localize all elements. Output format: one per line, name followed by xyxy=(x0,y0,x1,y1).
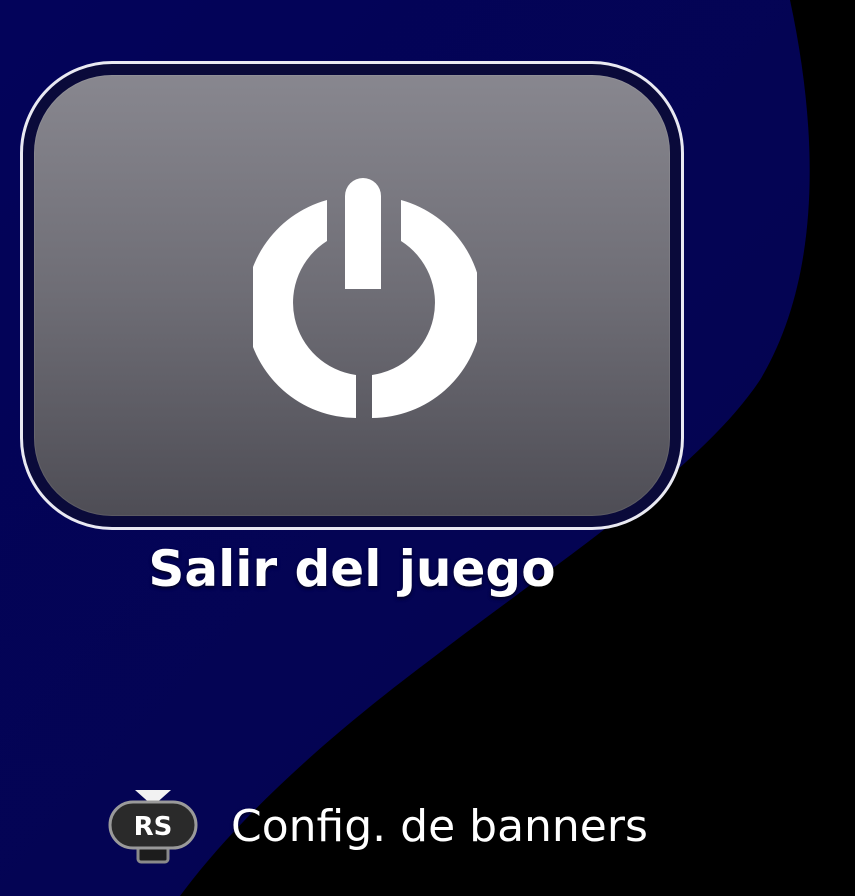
exit-game-tile[interactable] xyxy=(20,61,684,530)
banner-settings-label: Config. de banners xyxy=(231,800,648,852)
power-icon xyxy=(253,178,477,418)
rs-button-text: RS xyxy=(134,812,173,842)
game-menu-screen: Salir del juego RS Config. de banners xyxy=(0,0,855,896)
banner-settings-hint[interactable]: RS Config. de banners xyxy=(107,786,648,866)
exit-game-tile-face xyxy=(34,75,670,516)
exit-game-label: Salir del juego xyxy=(148,540,556,598)
right-stick-button-icon: RS xyxy=(107,786,199,866)
rs-button-glyph: RS xyxy=(108,790,198,864)
